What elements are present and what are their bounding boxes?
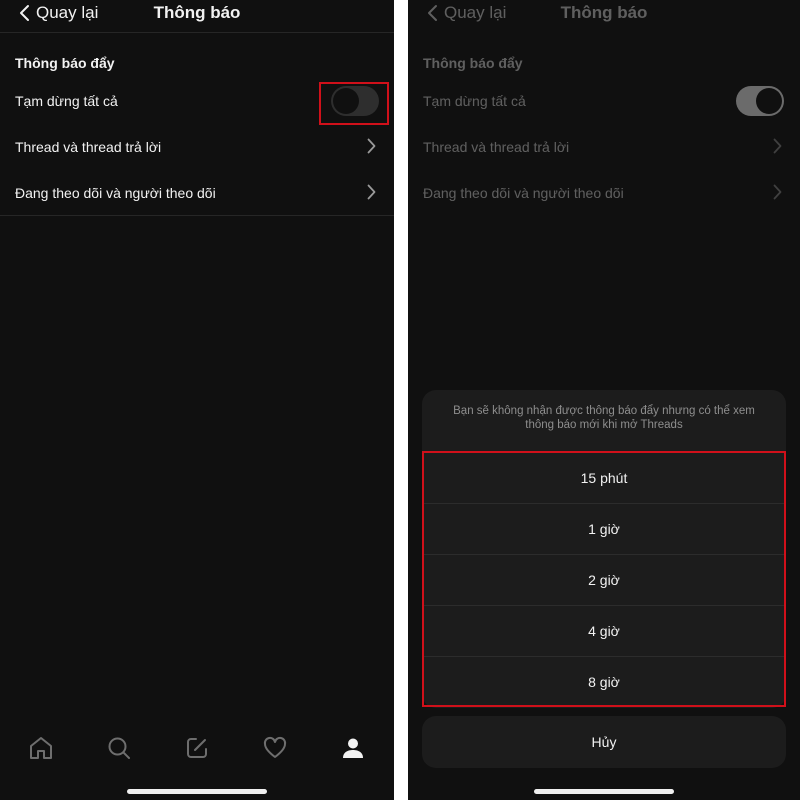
home-indicator (127, 789, 267, 794)
chevron-right-icon (773, 138, 782, 154)
profile-icon (343, 738, 363, 758)
tab-compose[interactable] (177, 728, 217, 768)
setting-label: Đang theo dõi và người theo dõi (423, 185, 624, 201)
page-title: Thông báo (153, 3, 241, 22)
highlight-box (422, 451, 786, 707)
section-title: Thông báo đẩy (15, 55, 115, 71)
sheet-message: Bạn sẽ không nhận được thông báo đẩy như… (453, 405, 755, 431)
pause-all-toggle[interactable] (736, 86, 784, 116)
cancel-button[interactable]: Hủy (422, 716, 786, 768)
notifications-screen-before: Quay lại Thông báo Thông báo đẩy Tạm dừn… (0, 0, 394, 800)
setting-label: Thread và thread trả lời (15, 139, 162, 155)
section-title: Thông báo đẩy (423, 55, 523, 71)
tab-profile[interactable] (333, 728, 373, 768)
tab-bar (0, 728, 394, 768)
nav-bar: Quay lại Thông báo (408, 0, 800, 30)
divider (0, 215, 394, 216)
chevron-right-icon (367, 184, 376, 200)
setting-label: Tạm dừng tất cả (423, 93, 526, 109)
setting-label: Đang theo dõi và người theo dõi (15, 185, 216, 201)
page-title: Thông báo (560, 3, 648, 22)
tab-activity[interactable] (255, 728, 295, 768)
setting-row-followers[interactable]: Đang theo dõi và người theo dõi (0, 170, 394, 216)
chevron-right-icon (367, 138, 376, 154)
tab-home[interactable] (21, 728, 61, 768)
notifications-screen-after: Quay lại Thông báo Thông báo đẩy Tạm dừn… (408, 0, 800, 800)
heart-icon (263, 736, 287, 758)
compose-icon (187, 738, 207, 758)
divider (0, 32, 394, 33)
tab-search[interactable] (99, 728, 139, 768)
setting-label: Tạm dừng tất cả (15, 93, 118, 109)
highlight-box (319, 82, 389, 125)
toggle-knob (756, 88, 782, 114)
setting-row-followers[interactable]: Đang theo dõi và người theo dõi (408, 170, 800, 216)
search-icon (108, 737, 130, 759)
setting-row-threads[interactable]: Thread và thread trả lời (408, 124, 800, 170)
nav-bar: Quay lại Thông báo (0, 0, 394, 30)
home-indicator (534, 789, 674, 794)
setting-label: Thread và thread trả lời (423, 139, 570, 155)
setting-row-threads[interactable]: Thread và thread trả lời (0, 124, 394, 170)
home-icon (30, 737, 52, 759)
chevron-right-icon (773, 184, 782, 200)
